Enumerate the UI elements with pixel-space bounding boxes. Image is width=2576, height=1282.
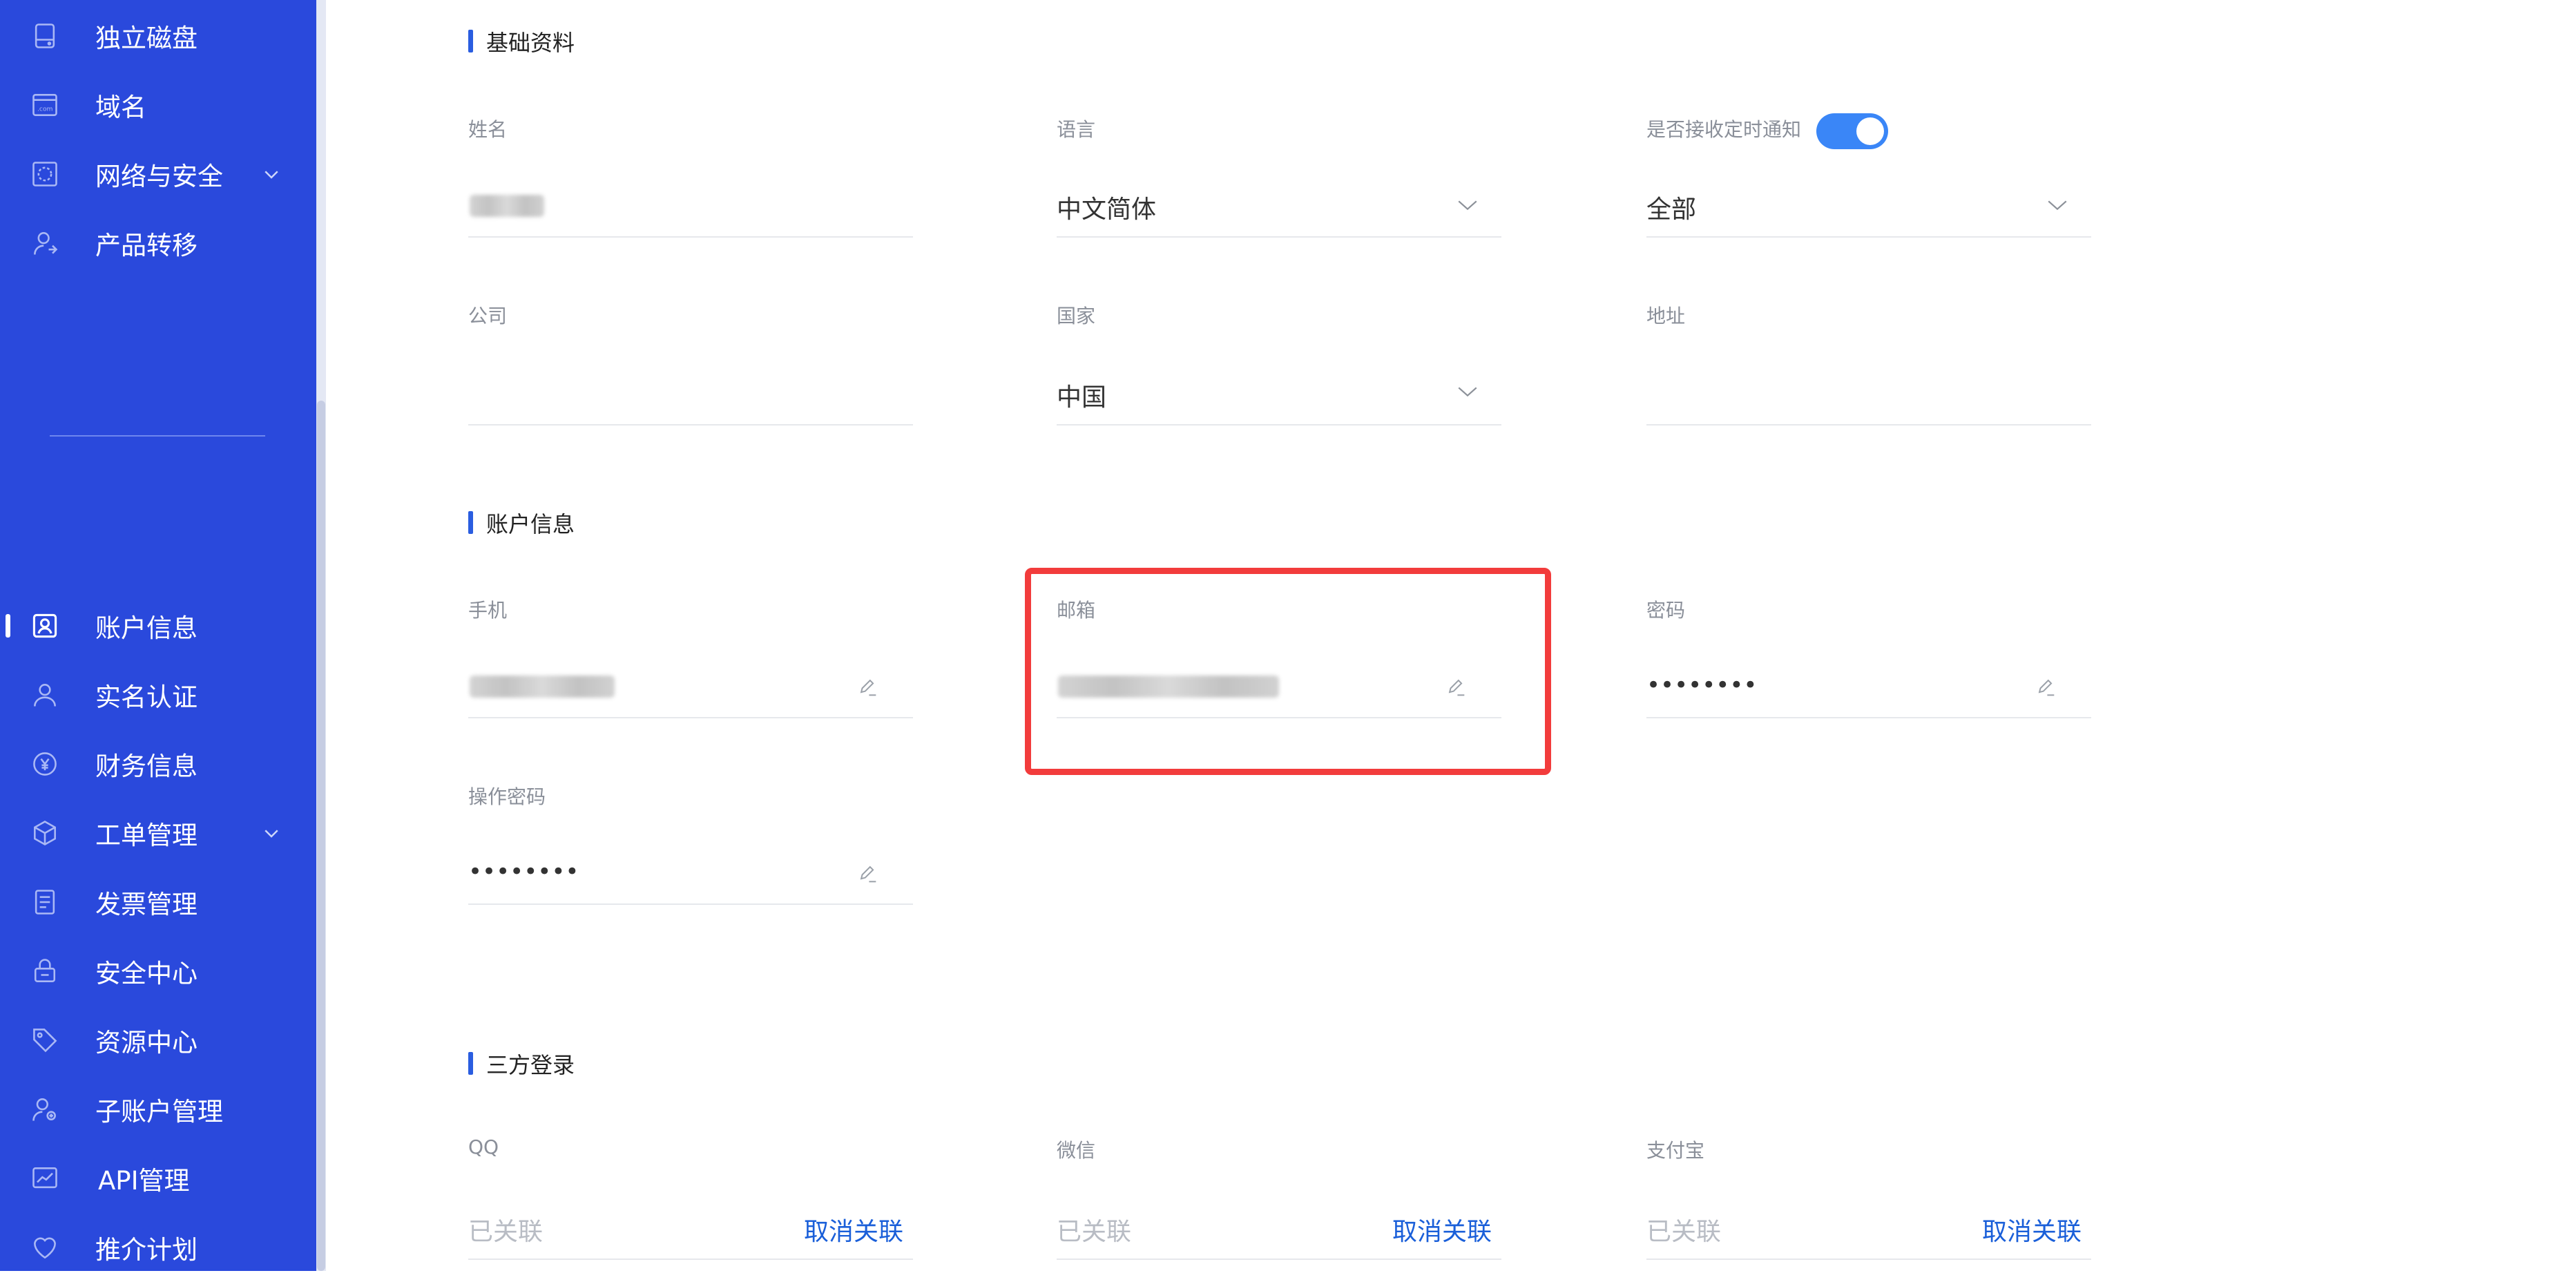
wechat-status: 已关联 [1057, 1218, 1132, 1246]
active-indicator [6, 614, 10, 638]
country-field-underline [1057, 424, 1501, 425]
sidebar: 独立磁盘 .com 域名 网络与安全 产品转移 账户信息 实名认证 财务信息 工… [0, 0, 316, 1271]
sidebar-item-label: 财务信息 [95, 752, 198, 781]
ticket-box-icon [29, 817, 61, 849]
password-field-underline [1646, 717, 2091, 718]
chevron-down-icon[interactable] [2046, 198, 2069, 213]
op-password-label: 操作密码 [468, 785, 546, 808]
verify-user-icon [29, 679, 61, 711]
password-value: •••••••• [1646, 671, 1758, 699]
section-title-third-party: 三方登录 [486, 1052, 575, 1078]
sidebar-item-sub-accounts[interactable]: 子账户管理 [0, 1075, 316, 1144]
tag-icon [29, 1024, 61, 1056]
chevron-down-icon[interactable] [261, 823, 282, 843]
sidebar-item-label: 安全中心 [95, 959, 198, 988]
edit-pencil-icon[interactable] [856, 676, 880, 699]
api-chart-icon [29, 1163, 61, 1194]
network-icon [29, 158, 61, 190]
sidebar-item-security-center[interactable]: 安全中心 [0, 937, 316, 1006]
company-label: 公司 [468, 305, 508, 327]
sidebar-item-label: 工单管理 [95, 821, 198, 850]
sidebar-item-resource-center[interactable]: 资源中心 [0, 1006, 316, 1075]
phone-field-underline [468, 717, 913, 718]
sidebar-item-api[interactable]: API管理 [0, 1144, 316, 1213]
sidebar-item-product-transfer[interactable]: 产品转移 [0, 209, 316, 278]
sidebar-item-account-info[interactable]: 账户信息 [0, 591, 316, 660]
toggle-knob [1856, 117, 1884, 145]
heart-icon [29, 1232, 61, 1263]
email-highlight-box [1025, 568, 1551, 775]
lock-icon [29, 955, 61, 987]
company-field-underline[interactable] [468, 424, 913, 425]
phone-label: 手机 [468, 599, 508, 622]
language-select[interactable]: 中文简体 [1057, 189, 1156, 225]
op-password-field-underline [468, 903, 913, 905]
sidebar-item-finance[interactable]: 财务信息 [0, 729, 316, 798]
notify-label: 是否接收定时通知 [1646, 118, 1802, 141]
sidebar-item-invoice[interactable]: 发票管理 [0, 868, 316, 937]
alipay-unlink-button[interactable]: 取消关联 [1982, 1212, 2082, 1247]
name-field-underline [468, 236, 913, 238]
sidebar-item-label: 资源中心 [95, 1028, 198, 1058]
sidebar-item-label: 发票管理 [95, 890, 198, 919]
svg-text:.com: .com [37, 105, 53, 113]
section-title-basic: 基础资料 [486, 30, 575, 56]
password-label: 密码 [1646, 599, 1686, 622]
sidebar-item-label: 账户信息 [95, 613, 198, 643]
qq-status: 已关联 [468, 1218, 544, 1246]
qq-field-underline [468, 1259, 913, 1260]
op-password-value: •••••••• [468, 858, 579, 886]
sidebar-item-tickets[interactable]: 工单管理 [0, 798, 316, 868]
name-value-redacted[interactable] [470, 195, 544, 217]
notify-toggle[interactable] [1816, 113, 1888, 149]
invoice-icon [29, 886, 61, 918]
sidebar-item-label: 独立磁盘 [95, 23, 198, 53]
edit-pencil-icon[interactable] [856, 862, 880, 886]
country-label: 国家 [1057, 305, 1096, 327]
notify-select[interactable]: 全部 [1646, 189, 1696, 225]
wechat-field-underline [1057, 1259, 1501, 1260]
sidebar-item-label: 推介计划 [95, 1235, 198, 1265]
language-field-underline [1057, 236, 1501, 238]
disk-icon [29, 20, 61, 52]
address-label: 地址 [1646, 305, 1686, 327]
sidebar-item-real-name[interactable]: 实名认证 [0, 660, 316, 729]
chevron-down-icon[interactable] [1456, 198, 1479, 213]
alipay-status: 已关联 [1646, 1218, 1722, 1246]
alipay-field-underline [1646, 1259, 2091, 1260]
name-label: 姓名 [468, 118, 508, 141]
sidebar-item-label: API管理 [98, 1166, 190, 1196]
sidebar-item-label: 网络与安全 [95, 162, 223, 191]
sidebar-item-domain[interactable]: .com 域名 [0, 70, 316, 140]
sidebar-item-label: 产品转移 [95, 231, 198, 260]
domain-icon: .com [29, 89, 61, 121]
sidebar-item-independent-disk[interactable]: 独立磁盘 [0, 1, 316, 70]
account-icon [29, 610, 61, 642]
sidebar-item-label: 实名认证 [95, 682, 198, 712]
user-transfer-icon [29, 227, 61, 259]
section-title-account: 账户信息 [486, 511, 575, 537]
language-label: 语言 [1057, 118, 1096, 141]
alipay-label: 支付宝 [1646, 1139, 1705, 1162]
finance-icon [29, 748, 61, 780]
address-field-underline[interactable] [1646, 424, 2091, 425]
sidebar-item-label: 域名 [95, 93, 146, 122]
notify-field-underline [1646, 236, 2091, 238]
sub-account-icon [29, 1093, 61, 1125]
country-select[interactable]: 中国 [1057, 377, 1106, 413]
edit-pencil-icon[interactable] [2035, 676, 2058, 699]
sidebar-item-network-security[interactable]: 网络与安全 [0, 140, 316, 209]
sidebar-scrollbar-thumb[interactable] [317, 401, 325, 1271]
wechat-unlink-button[interactable]: 取消关联 [1392, 1212, 1492, 1247]
qq-unlink-button[interactable]: 取消关联 [804, 1212, 903, 1247]
qq-label: QQ [468, 1136, 499, 1158]
phone-value-redacted [470, 676, 615, 698]
wechat-label: 微信 [1057, 1139, 1096, 1162]
sidebar-item-label: 子账户管理 [95, 1097, 223, 1127]
sidebar-item-referral[interactable]: 推介计划 [0, 1213, 316, 1282]
chevron-down-icon[interactable] [261, 164, 282, 184]
chevron-down-icon[interactable] [1456, 384, 1479, 399]
sidebar-divider [50, 435, 265, 437]
